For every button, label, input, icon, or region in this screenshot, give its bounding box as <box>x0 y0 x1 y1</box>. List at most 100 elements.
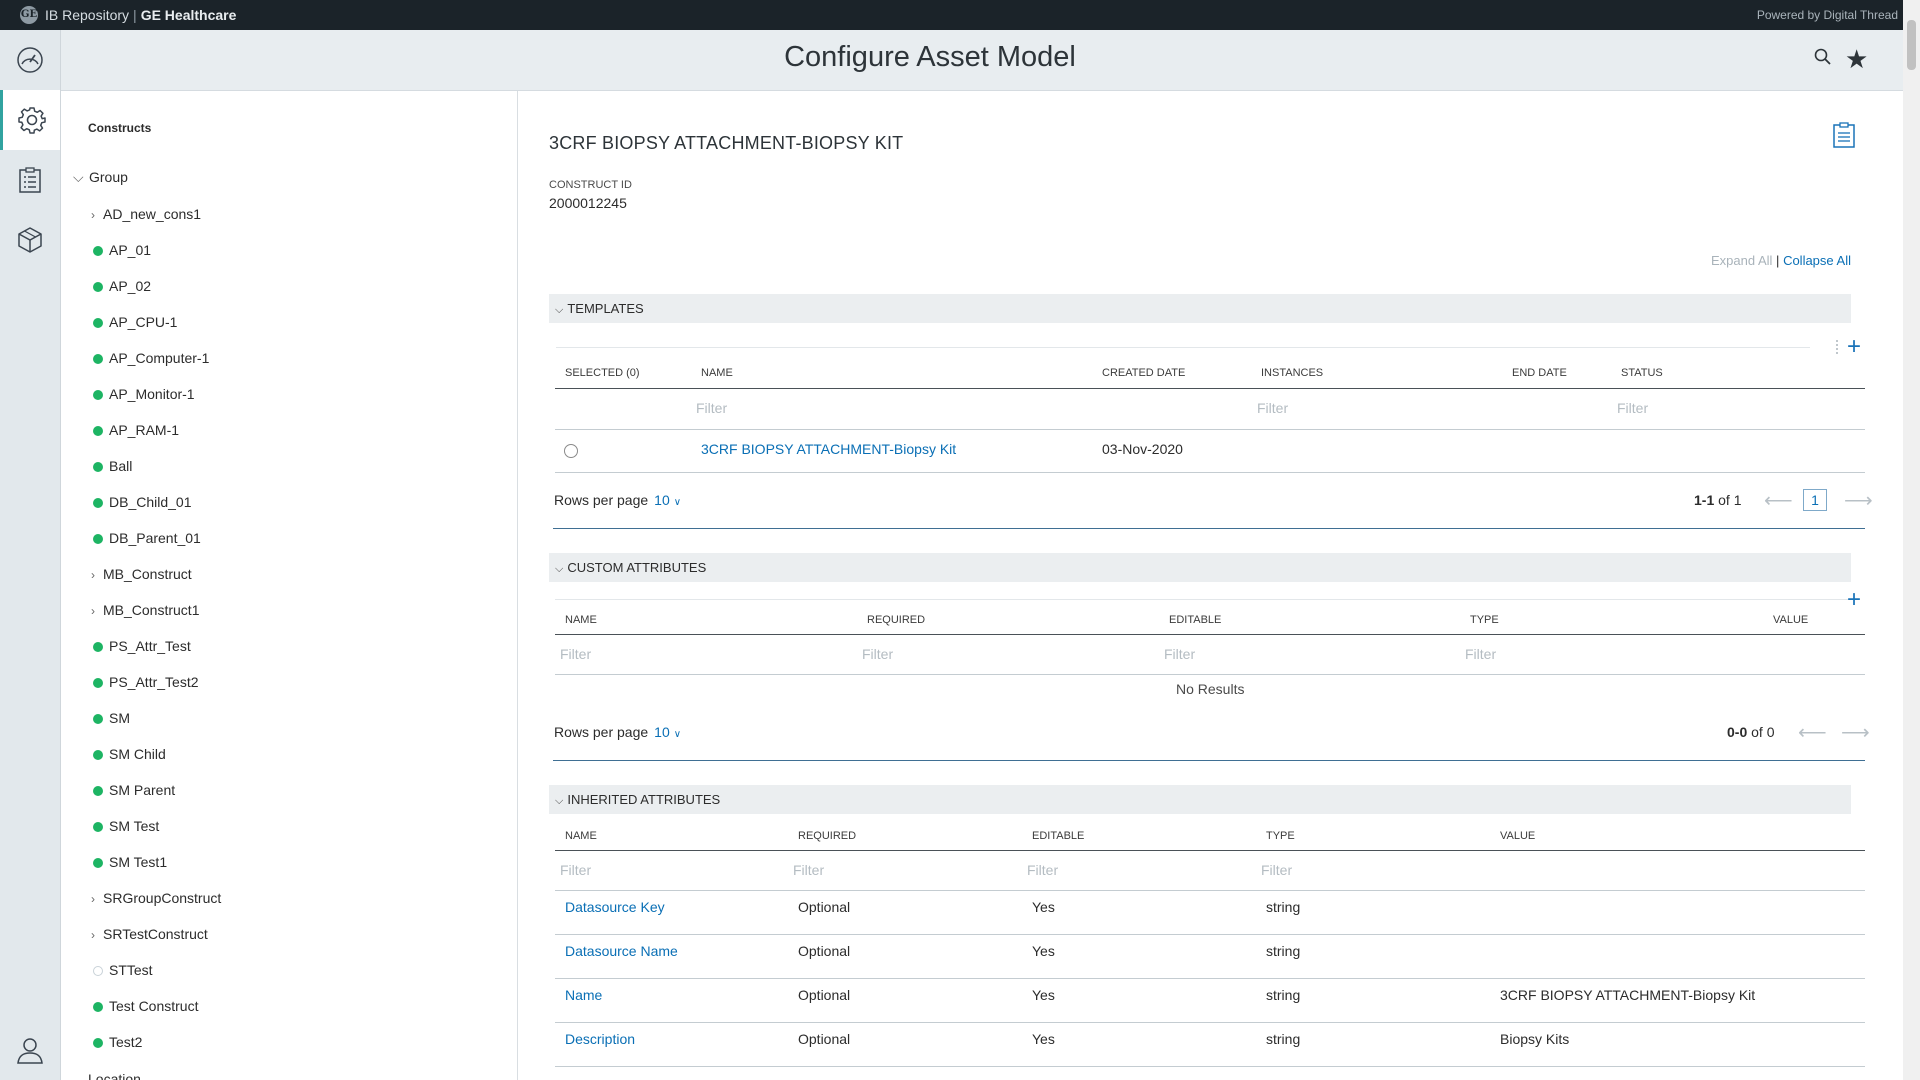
filter-editable-input[interactable]: Filter <box>1164 646 1195 662</box>
tree-item[interactable]: › AD_new_cons1 <box>91 204 201 224</box>
chevron-down-icon[interactable]: ∨ <box>674 729 681 740</box>
chevron-right-icon[interactable]: › <box>91 601 101 621</box>
tree-item[interactable]: AP_Monitor-1 <box>91 384 195 404</box>
tree-group-location[interactable]: Location <box>88 1069 141 1080</box>
attribute-name-link[interactable]: Datasource Name <box>565 943 678 959</box>
nav-dashboard[interactable] <box>0 30 60 90</box>
chevron-right-icon[interactable]: › <box>91 205 101 225</box>
tree-item[interactable]: AP_02 <box>91 276 151 296</box>
tree-item[interactable]: SM Parent <box>91 780 175 800</box>
filter-divider <box>555 429 1865 430</box>
rows-per-page-select[interactable]: 10 <box>654 492 670 508</box>
col-editable[interactable]: EDITABLE <box>1032 830 1084 842</box>
tree-item[interactable]: DB_Parent_01 <box>91 528 201 548</box>
col-required[interactable]: REQUIRED <box>798 830 856 842</box>
scrollbar-thumb[interactable] <box>1907 20 1916 70</box>
tree-item[interactable]: AP_01 <box>91 240 151 260</box>
col-status[interactable]: STATUS <box>1621 367 1663 379</box>
filter-name-input[interactable]: Filter <box>560 862 591 878</box>
tree-group-node[interactable]: ⌵ Group <box>73 169 128 186</box>
current-page-box[interactable]: 1 <box>1803 489 1827 511</box>
tree-item-label: SM <box>109 710 130 726</box>
nav-checklist[interactable] <box>0 150 60 210</box>
rows-per-page-select[interactable]: 10 <box>654 724 670 740</box>
tree-item[interactable]: DB_Child_01 <box>91 492 192 512</box>
tree-item[interactable]: › MB_Construct <box>91 564 192 584</box>
filter-editable-input[interactable]: Filter <box>1027 862 1058 878</box>
tree-item[interactable]: AP_Computer-1 <box>91 348 209 368</box>
tree-item[interactable]: Test Construct <box>91 996 198 1016</box>
filter-instances-input[interactable]: Filter <box>1257 400 1288 416</box>
nav-assets[interactable] <box>0 210 60 270</box>
col-name[interactable]: NAME <box>701 367 733 379</box>
col-type[interactable]: TYPE <box>1266 830 1295 842</box>
tree-item[interactable]: SM Test1 <box>91 852 167 872</box>
app-title: IB Repository | GE Healthcare <box>45 7 236 23</box>
filter-name-input[interactable]: Filter <box>560 646 591 662</box>
chevron-down-icon[interactable]: ∨ <box>674 497 681 508</box>
col-editable[interactable]: EDITABLE <box>1169 614 1221 626</box>
page-scrollbar[interactable] <box>1903 0 1920 1080</box>
attribute-name-link[interactable]: Description <box>565 1031 635 1047</box>
tree-item[interactable]: Ball <box>91 456 132 476</box>
tree-item[interactable]: Test2 <box>91 1032 142 1052</box>
template-select-radio[interactable] <box>564 444 578 458</box>
chevron-right-icon[interactable]: › <box>91 925 101 945</box>
tree-item[interactable]: AP_RAM-1 <box>91 420 179 440</box>
filter-required-input[interactable]: Filter <box>862 646 893 662</box>
tree-item[interactable]: STTest <box>91 960 153 980</box>
col-required[interactable]: REQUIRED <box>867 614 925 626</box>
brand-name: GE Healthcare <box>140 7 237 23</box>
column-options-icon[interactable] <box>1836 340 1839 354</box>
custom-attributes-section-header[interactable]: ⌵ CUSTOM ATTRIBUTES <box>549 553 1851 582</box>
nav-configure[interactable] <box>0 90 60 150</box>
add-custom-attribute-icon[interactable]: + <box>1847 588 1861 612</box>
attribute-name-link[interactable]: Name <box>565 987 602 1003</box>
add-template-icon[interactable]: + <box>1847 335 1861 359</box>
nav-user-profile[interactable] <box>0 1020 60 1080</box>
filter-status-input[interactable]: Filter <box>1617 400 1648 416</box>
search-button[interactable] <box>1813 47 1833 72</box>
col-created-date[interactable]: CREATED DATE <box>1102 367 1185 379</box>
tree-item[interactable]: AP_CPU-1 <box>91 312 177 332</box>
inherited-attributes-title: INHERITED ATTRIBUTES <box>567 792 721 807</box>
inherited-attributes-section-header[interactable]: ⌵ INHERITED ATTRIBUTES <box>549 785 1851 814</box>
prev-page-arrow-icon[interactable]: ⟵ <box>1798 723 1827 743</box>
filter-required-input[interactable]: Filter <box>793 862 824 878</box>
next-page-arrow-icon[interactable]: ⟶ <box>1844 491 1873 511</box>
chevron-down-icon: ⌵ <box>555 563 564 575</box>
col-end-date[interactable]: END DATE <box>1512 367 1567 379</box>
tree-item[interactable]: SM <box>91 708 130 728</box>
tree-item[interactable]: › SRGroupConstruct <box>91 888 221 908</box>
tree-item[interactable]: PS_Attr_Test2 <box>91 672 199 692</box>
template-name-link[interactable]: 3CRF BIOPSY ATTACHMENT-Biopsy Kit <box>701 441 956 457</box>
tree-item[interactable]: › SRTestConstruct <box>91 924 208 944</box>
collapse-all-link[interactable]: Collapse All <box>1783 253 1851 268</box>
col-name[interactable]: NAME <box>565 830 597 842</box>
chevron-right-icon[interactable]: › <box>91 565 101 585</box>
status-dot-icon <box>93 966 103 976</box>
chevron-right-icon[interactable]: › <box>91 889 101 909</box>
tree-item[interactable]: SM Child <box>91 744 166 764</box>
favorite-star-icon[interactable]: ★ <box>1845 46 1868 72</box>
next-page-arrow-icon[interactable]: ⟶ <box>1841 723 1870 743</box>
tree-item[interactable]: PS_Attr_Test <box>91 636 191 656</box>
clipboard-button[interactable] <box>1832 121 1856 154</box>
templates-section-header[interactable]: ⌵ TEMPLATES <box>549 294 1851 323</box>
col-selected[interactable]: SELECTED (0) <box>565 367 640 379</box>
col-instances[interactable]: INSTANCES <box>1261 367 1323 379</box>
cube-icon <box>18 227 42 253</box>
attribute-name-link[interactable]: Datasource Key <box>565 899 665 915</box>
filter-name-input[interactable]: Filter <box>696 400 727 416</box>
tree-item[interactable]: › MB_Construct1 <box>91 600 199 620</box>
powered-by-text: Powered by Digital Thread <box>1756 8 1898 22</box>
col-value[interactable]: VALUE <box>1773 614 1808 626</box>
col-value[interactable]: VALUE <box>1500 830 1535 842</box>
prev-page-arrow-icon[interactable]: ⟵ <box>1764 491 1793 511</box>
expand-all-link[interactable]: Expand All <box>1711 253 1772 268</box>
tree-item[interactable]: SM Test <box>91 816 159 836</box>
col-name[interactable]: NAME <box>565 614 597 626</box>
filter-type-input[interactable]: Filter <box>1465 646 1496 662</box>
col-type[interactable]: TYPE <box>1470 614 1499 626</box>
filter-type-input[interactable]: Filter <box>1261 862 1292 878</box>
